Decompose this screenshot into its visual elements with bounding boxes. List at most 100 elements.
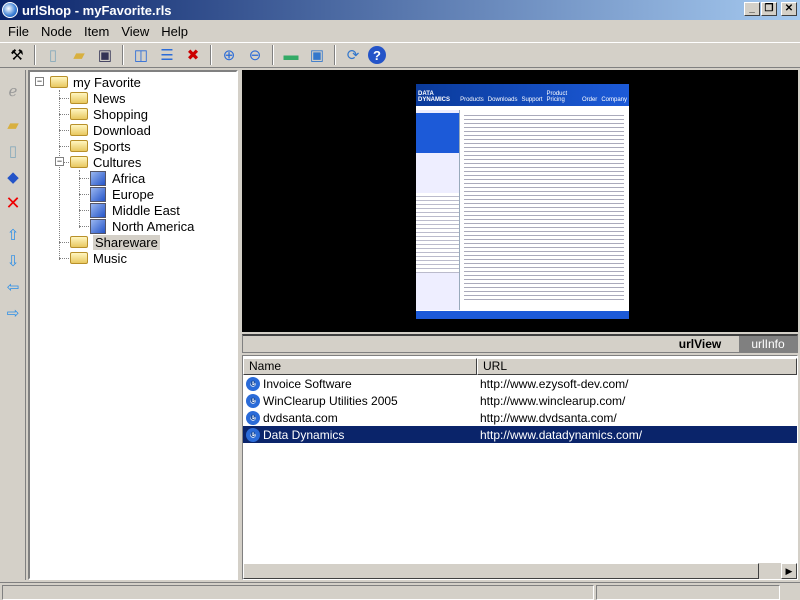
menu-help[interactable]: Help [155, 24, 194, 39]
horizontal-scrollbar[interactable]: ▶ [243, 563, 797, 579]
close-button[interactable]: ✕ [781, 2, 797, 16]
tree-node-sports[interactable]: Sports [70, 138, 131, 154]
site-nav: Order [581, 97, 598, 103]
folder-icon [70, 108, 88, 120]
tree-node-root[interactable]: my Favorite [50, 74, 141, 90]
left-arrow-icon[interactable]: ⇦ [2, 276, 24, 298]
web-page-icon [90, 170, 106, 186]
collapse-toggle[interactable]: − [55, 157, 64, 166]
folder-icon [70, 92, 88, 104]
menu-view[interactable]: View [115, 24, 155, 39]
separator [210, 45, 212, 65]
minimize-button[interactable]: _ [744, 2, 760, 16]
refresh-icon[interactable]: ⟳ [342, 44, 364, 66]
node-label: Music [93, 250, 127, 266]
view-tabs: urlView urlInfo [242, 334, 798, 353]
status-bar [0, 582, 800, 600]
title-bar: urlShop - myFavorite.rls _ ❐ ✕ [0, 0, 800, 20]
node-label: Shareware [93, 234, 160, 250]
side-toolbar: ℯ ▰ ▯ ◆ ✕ ⇧ ⇩ ⇦ ⇨ [0, 70, 26, 580]
separator [334, 45, 336, 65]
row-url: http://www.winclearup.com/ [480, 393, 626, 408]
window-title: urlShop - myFavorite.rls [22, 2, 172, 18]
node-label: News [93, 90, 126, 106]
tree-node-shareware[interactable]: Shareware [70, 234, 160, 250]
tree-node-north-america[interactable]: North America [90, 218, 194, 234]
delete-icon[interactable]: ✕ [2, 192, 24, 214]
tools-icon[interactable]: ⚒ [6, 44, 28, 66]
row-url: http://www.datadynamics.com/ [480, 427, 643, 442]
web-page-icon [90, 186, 106, 202]
new-icon[interactable]: ▯ [42, 44, 64, 66]
folder-icon [70, 124, 88, 136]
tab-urlview[interactable]: urlView [661, 336, 739, 353]
right-arrow-icon[interactable]: ⇨ [2, 302, 24, 324]
tree-node-middle-east[interactable]: Middle East [90, 202, 180, 218]
menu-node[interactable]: Node [35, 24, 78, 39]
list-view-icon[interactable]: ☰ [156, 44, 178, 66]
collapse-toggle[interactable]: − [35, 77, 44, 86]
tree-node-africa[interactable]: Africa [90, 170, 145, 186]
separator [272, 45, 274, 65]
tab-urlinfo[interactable]: urlInfo [739, 336, 797, 353]
folder-icon[interactable]: ▰ [2, 114, 24, 136]
book-icon[interactable]: ◆ [2, 166, 24, 188]
node-label: my Favorite [73, 74, 141, 90]
screen-icon[interactable]: ▣ [306, 44, 328, 66]
tree-node-news[interactable]: News [70, 90, 126, 106]
zoom-out-icon[interactable]: ⊖ [244, 44, 266, 66]
row-name: Invoice Software [263, 376, 352, 391]
menu-item[interactable]: Item [78, 24, 115, 39]
tree-node-europe[interactable]: Europe [90, 186, 154, 202]
maximize-button[interactable]: ❐ [761, 2, 777, 16]
window-icon[interactable]: ◫ [130, 44, 152, 66]
open-icon[interactable]: ▰ [68, 44, 90, 66]
list-row[interactable]: e WinClearup Utilities 2005 http://www.win… [243, 392, 797, 409]
list-row[interactable]: e Invoice Software http://www.ezysoft-dev.… [243, 375, 797, 392]
up-arrow-icon[interactable]: ⇧ [2, 224, 24, 246]
node-label: Africa [112, 170, 146, 186]
menu-file[interactable]: File [2, 24, 35, 39]
url-list[interactable]: Name URL e Invoice Software http://www.ezy… [242, 355, 798, 580]
help-icon[interactable]: ? [368, 46, 386, 64]
save-icon[interactable]: ▣ [94, 44, 116, 66]
node-label: Shopping [93, 106, 148, 122]
column-header-name[interactable]: Name [243, 358, 477, 375]
list-row[interactable]: e dvdsanta.com http://www.dvdsanta.com/ [243, 409, 797, 426]
web-preview[interactable]: DATA DYNAMICS Products Downloads Support… [242, 70, 798, 332]
ie-icon: e [246, 427, 260, 442]
row-name: dvdsanta.com [263, 410, 338, 425]
site-nav: Product Pricing [546, 91, 568, 103]
tree-node-shopping[interactable]: Shopping [70, 106, 148, 122]
app-icon [2, 2, 18, 18]
ie-icon: e [246, 393, 260, 408]
tree-node-music[interactable]: Music [70, 250, 127, 266]
node-label: Europe [112, 186, 154, 202]
site-nav: Company [601, 97, 627, 103]
node-label: Download [93, 122, 151, 138]
ie-icon: e [246, 410, 260, 425]
site-nav: Products [460, 97, 484, 103]
website-thumbnail: DATA DYNAMICS Products Downloads Support… [416, 84, 629, 319]
folder-tree[interactable]: − my Favorite News Shopping Download Spo… [28, 70, 238, 580]
scroll-right-arrow-icon[interactable]: ▶ [781, 563, 797, 579]
row-url: http://www.dvdsanta.com/ [480, 410, 617, 425]
tree-node-cultures[interactable]: Cultures [70, 154, 141, 170]
column-header-url[interactable]: URL [477, 358, 797, 375]
down-arrow-icon[interactable]: ⇩ [2, 250, 24, 272]
folder-icon [70, 236, 88, 248]
zoom-in-icon[interactable]: ⊕ [218, 44, 240, 66]
web-page-icon [90, 218, 106, 234]
site-logo: DATA DYNAMICS [418, 91, 451, 103]
list-row-selected[interactable]: e Data Dynamics http://www.datadynamics.co… [243, 426, 797, 443]
separator [122, 45, 124, 65]
toolbar: ⚒ ▯ ▰ ▣ ◫ ☰ ✖ ⊕ ⊖ ▬ ▣ ⟳ ? [0, 42, 800, 68]
delete-item-icon[interactable]: ✖ [182, 44, 204, 66]
page-icon[interactable]: ▯ [2, 140, 24, 162]
tree-node-download[interactable]: Download [70, 122, 151, 138]
scroll-thumb[interactable] [243, 563, 759, 579]
web-page-icon [90, 202, 106, 218]
node-label: Cultures [93, 154, 142, 170]
picture-icon[interactable]: ▬ [280, 44, 302, 66]
ie-icon[interactable]: ℯ [2, 80, 24, 102]
